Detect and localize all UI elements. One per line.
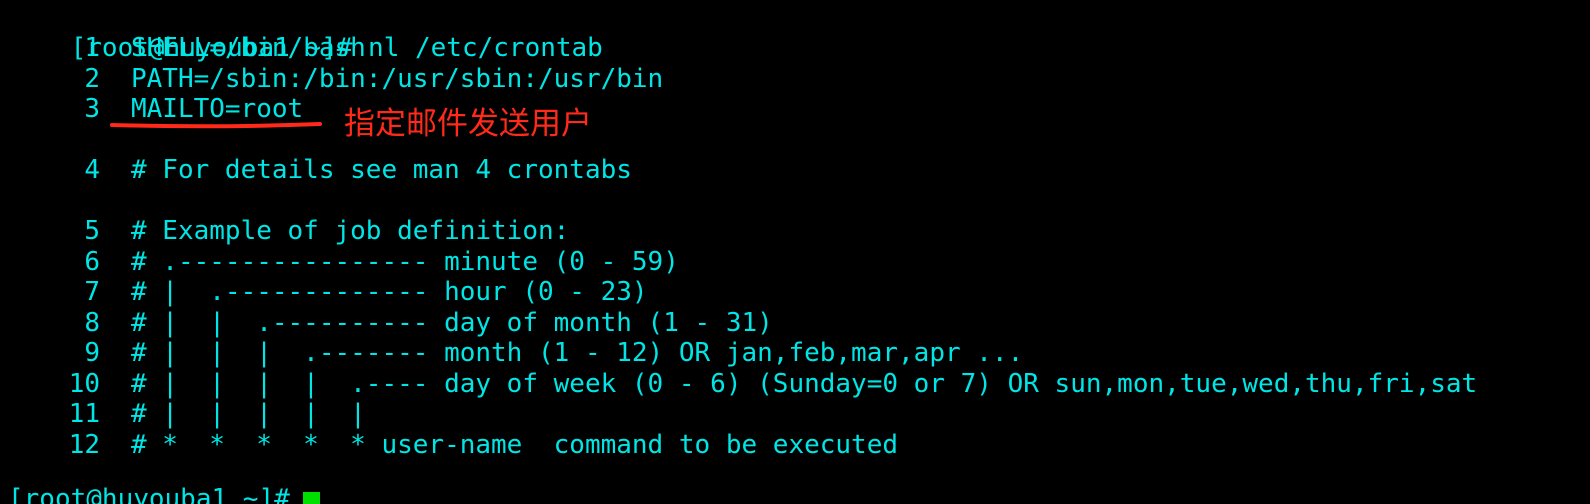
line-content: # | | | | | [131, 399, 366, 429]
output-line-5: 5 # Example of job definition: [8, 216, 569, 246]
line-number: 7 [84, 277, 100, 307]
output-line-1: 1 SHELL=/bin/bash [8, 33, 366, 63]
line-content: # | | .---------- day of month (1 - 31) [131, 308, 773, 338]
output-line-4: 4 # For details see man 4 crontabs [8, 155, 632, 185]
line-number: 9 [84, 338, 100, 368]
output-line-10: 10 # | | | | .---- day of week (0 - 6) (S… [8, 369, 1478, 399]
line-number: 5 [84, 216, 100, 246]
terminal-window[interactable]: [root@huyouba1 ~]# nl /etc/crontab 1 SHEL… [0, 0, 1590, 504]
line-content: PATH=/sbin:/bin:/usr/sbin:/usr/bin [131, 64, 664, 94]
line-content: # | | | | .---- day of week (0 - 6) (Sun… [131, 369, 1478, 399]
line-number: 8 [84, 308, 100, 338]
annotation-underline [110, 122, 322, 129]
line-content: # For details see man 4 crontabs [131, 155, 632, 185]
line-content: # Example of job definition: [131, 216, 570, 246]
next-prompt: [root@huyouba1 ~]# [8, 484, 306, 504]
output-line-9: 9 # | | | .------- month (1 - 12) OR jan,… [8, 338, 1023, 368]
line-content: # * * * * * user-name command to be exec… [131, 430, 899, 460]
line-number: 11 [68, 399, 100, 429]
command-line: [root@huyouba1 ~]# nl /etc/crontab [8, 3, 603, 63]
output-line-6: 6 # .---------------- minute (0 - 59) [8, 247, 679, 277]
terminal-cursor[interactable] [303, 492, 320, 504]
output-line-7: 7 # | .------------- hour (0 - 23) [8, 277, 648, 307]
line-content: # | | | .------- month (1 - 12) OR jan,f… [131, 338, 1024, 368]
line-number: 2 [84, 64, 100, 94]
line-content: # .---------------- minute (0 - 59) [131, 247, 679, 277]
output-line-3: 3 MAILTO=root [8, 94, 303, 124]
line-content: # | .------------- hour (0 - 23) [131, 277, 648, 307]
output-line-2: 2 PATH=/sbin:/bin:/usr/sbin:/usr/bin [8, 64, 663, 94]
line-number: 12 [68, 430, 100, 460]
output-line-12: 12 # * * * * * user-name command to be ex… [8, 430, 898, 460]
line-number: 10 [68, 369, 100, 399]
line-content: SHELL=/bin/bash [131, 33, 366, 63]
line-number: 1 [84, 33, 100, 63]
line-number: 4 [84, 155, 100, 185]
line-number: 3 [84, 94, 100, 124]
line-content: MAILTO=root [131, 94, 304, 124]
output-line-11: 11 # | | | | | [8, 399, 366, 429]
annotation-text: 指定邮件发送用户 [344, 106, 592, 142]
output-line-8: 8 # | | .---------- day of month (1 - 31) [8, 308, 773, 338]
line-number: 6 [84, 247, 100, 277]
